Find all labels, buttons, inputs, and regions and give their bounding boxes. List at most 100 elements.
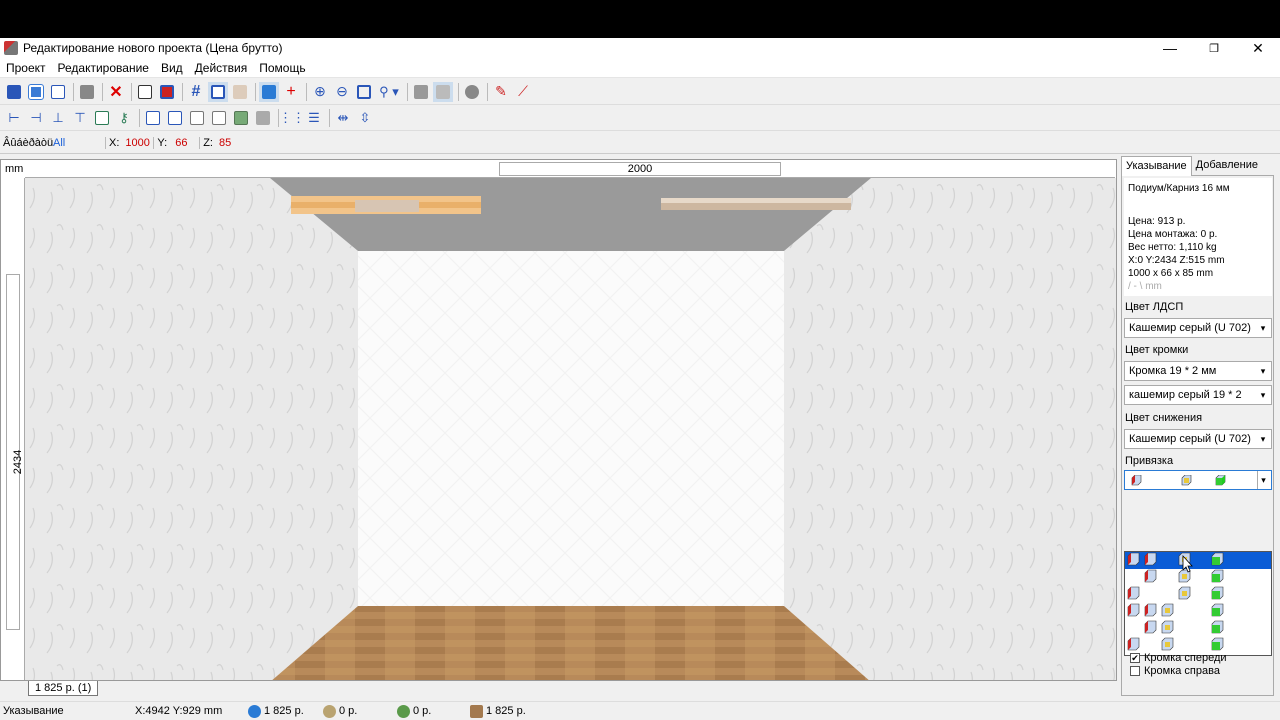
measure-button[interactable]: ⟋	[513, 82, 533, 102]
render-solid-button[interactable]	[411, 82, 431, 102]
restore-button[interactable]: ❐	[1192, 38, 1236, 58]
ceiling	[270, 178, 871, 251]
edge-type-select[interactable]: Кромка 19 * 2 мм ▾	[1124, 361, 1272, 381]
menu-view[interactable]: Вид	[155, 61, 189, 75]
status-item1: 0 р.	[323, 704, 358, 718]
z-value[interactable]: 85	[219, 137, 231, 149]
spacing-v-icon: ⇳	[359, 109, 371, 125]
spacing-h-icon: ⇹	[337, 109, 349, 125]
snap-dropdown-list[interactable]	[1124, 551, 1272, 656]
status-item1-value: 0 р.	[339, 705, 358, 717]
globe-green-icon	[397, 704, 410, 718]
align-left-button[interactable]: ⊢	[4, 108, 24, 128]
snap-center-cube-icon	[1181, 475, 1192, 486]
edge-color-select[interactable]: кашемир серый 19 * 2 ▾	[1124, 385, 1272, 405]
back-wall	[358, 251, 784, 606]
key-button[interactable]: ⚷	[114, 108, 134, 128]
menu-help[interactable]: Помощь	[253, 61, 311, 75]
render-solid-icon	[414, 84, 428, 99]
zoom-in-icon: ⊕	[314, 83, 326, 99]
design-canvas[interactable]: mm 2000 2434	[0, 159, 1117, 681]
delete-button[interactable]: ✕	[106, 82, 126, 102]
align-top-button[interactable]: ⊤	[70, 108, 90, 128]
grid-button[interactable]: #	[186, 82, 206, 102]
save-icon	[7, 84, 21, 99]
chevron-down-icon: ▾	[1260, 434, 1266, 444]
z-label: Z:	[199, 136, 213, 149]
box-icon	[234, 110, 248, 125]
top-ruler: 2000	[25, 160, 1115, 178]
zoom-fit-icon	[357, 84, 371, 99]
view-front-button[interactable]	[157, 82, 177, 102]
wand-button[interactable]: ✎	[491, 82, 511, 102]
box-button[interactable]	[231, 108, 251, 128]
zoom-in-button[interactable]: ⊕	[310, 82, 330, 102]
new-button[interactable]	[48, 82, 68, 102]
app-icon	[4, 41, 18, 55]
y-label: Y:	[153, 136, 167, 149]
status-mode: Указывание	[3, 705, 64, 717]
status-total: 1 825 р.	[248, 704, 304, 718]
spacing-v-button[interactable]: ⇳	[355, 108, 375, 128]
menu-actions[interactable]: Действия	[189, 61, 254, 75]
align-bottom-button[interactable]: ⊥	[48, 108, 68, 128]
minimize-button[interactable]: —	[1148, 38, 1192, 58]
edge-front-checkbox[interactable]: ✔ Кромка спереди	[1130, 652, 1227, 664]
close-button[interactable]: ✕	[1236, 38, 1280, 58]
move-left-button[interactable]	[143, 108, 163, 128]
zoom-menu-button[interactable]: ⚲ ▾	[376, 82, 402, 102]
view-front-icon	[160, 84, 174, 99]
cross-button[interactable]: +	[281, 82, 301, 102]
distribute-v-button[interactable]: ☰	[304, 108, 324, 128]
render-texture-button[interactable]	[433, 81, 453, 102]
snap-right-cube-icon	[1215, 475, 1226, 486]
move-down-button[interactable]	[209, 108, 229, 128]
cornice-left	[291, 196, 481, 214]
ldsp-color-select[interactable]: Кашемир серый (U 702) ▾	[1124, 318, 1272, 338]
height-dimension: 2434	[12, 449, 25, 475]
check-icon: ✔	[1130, 653, 1140, 663]
menu-project[interactable]: Проект	[0, 61, 52, 75]
zoom-out-button[interactable]: ⊖	[332, 82, 352, 102]
align-hcenter-button[interactable]: ⊣	[26, 108, 46, 128]
rotate-icon	[95, 110, 109, 125]
x-label: X:	[105, 136, 119, 149]
snap-icon	[262, 84, 276, 99]
frame-button[interactable]	[208, 81, 228, 102]
chevron-down-icon: ▾	[1260, 390, 1266, 400]
mode-value[interactable]: All	[53, 137, 105, 149]
render-texture-icon	[436, 84, 450, 99]
rotate-button[interactable]	[92, 108, 112, 128]
zoom-out-icon: ⊖	[336, 83, 348, 99]
coordinate-bar: Âûáèðàòü All X: 1000 Y: 66 Z: 85	[0, 132, 1280, 154]
material-button[interactable]	[462, 82, 482, 102]
snap-select[interactable]: ▾	[1124, 470, 1272, 490]
edge-right-checkbox[interactable]: Кромка справа	[1130, 665, 1220, 677]
open-button[interactable]	[26, 82, 46, 102]
move-right-button[interactable]	[165, 108, 185, 128]
unit-label: mm	[5, 163, 24, 175]
y-value[interactable]: 66	[175, 137, 199, 149]
edge-color-value: кашемир серый 19 * 2	[1129, 389, 1242, 401]
print-button[interactable]	[77, 82, 97, 102]
door-button[interactable]	[230, 82, 250, 102]
sheet-tabbar: 1 825 р. (1)	[0, 681, 1117, 697]
view-2d-button[interactable]	[135, 82, 155, 102]
snap-button[interactable]	[259, 81, 279, 102]
tab-add[interactable]: Добавление	[1192, 156, 1262, 176]
lower-color-select[interactable]: Кашемир серый (U 702) ▾	[1124, 429, 1272, 449]
zoom-fit-button[interactable]	[354, 82, 374, 102]
room-3d-view[interactable]	[25, 178, 1117, 681]
tab-select[interactable]: Указывание	[1121, 156, 1192, 176]
save-button[interactable]	[4, 82, 24, 102]
item-angle: / - \ mm	[1128, 281, 1162, 292]
sheet-tab[interactable]: 1 825 р. (1)	[28, 681, 99, 696]
panel-button[interactable]	[253, 108, 273, 128]
move-up-button[interactable]	[187, 108, 207, 128]
left-wall	[25, 178, 358, 680]
lower-color-value: Кашемир серый (U 702)	[1129, 433, 1251, 445]
distribute-h-button[interactable]: ⋮⋮	[279, 108, 305, 128]
spacing-h-button[interactable]: ⇹	[333, 108, 353, 128]
x-value[interactable]: 1000	[125, 137, 153, 149]
menu-edit[interactable]: Редактирование	[52, 61, 155, 75]
